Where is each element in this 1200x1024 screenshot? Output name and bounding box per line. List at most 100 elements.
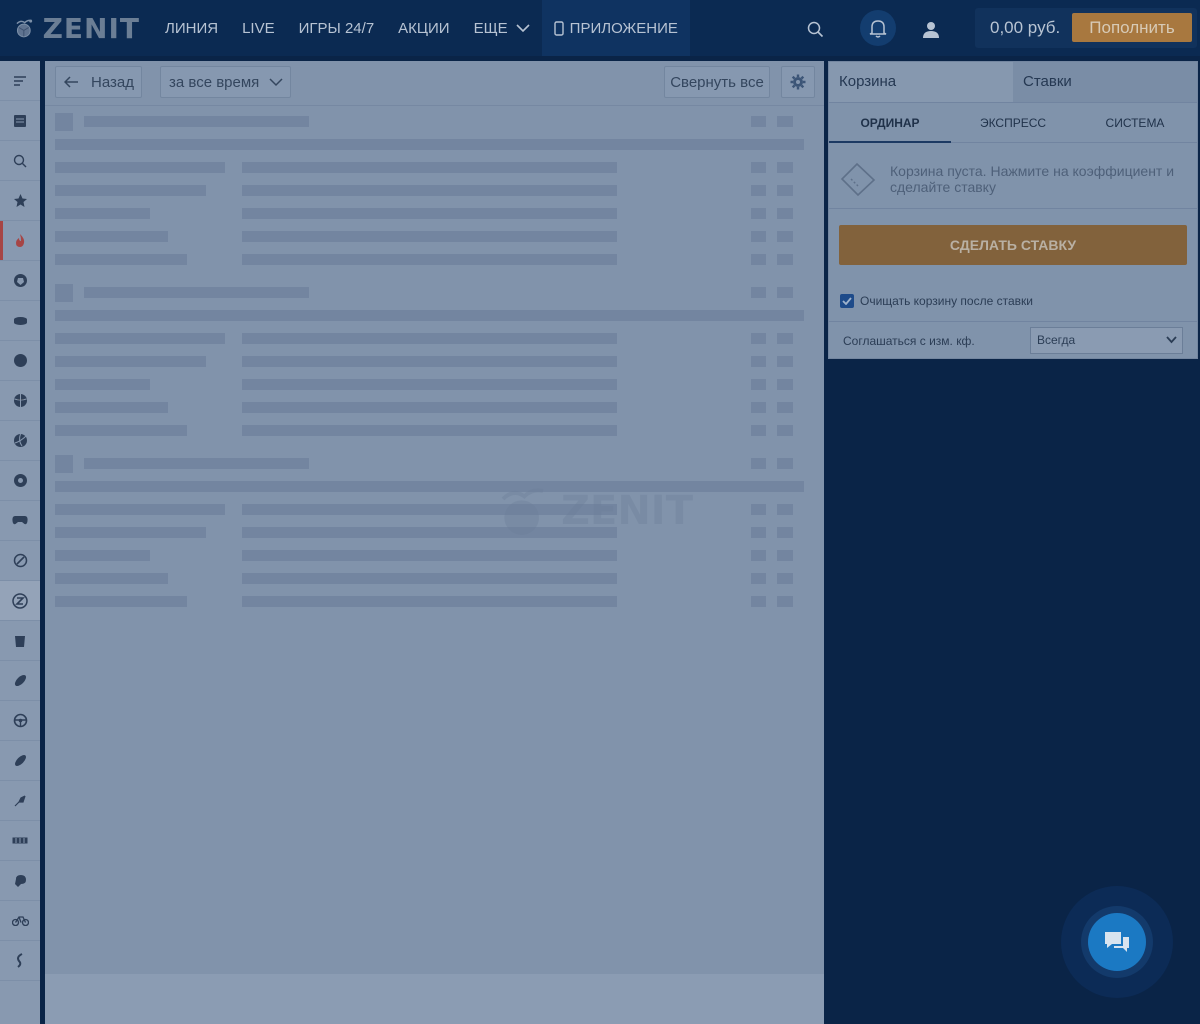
skeleton-cell [751,379,766,390]
nav-line[interactable]: ЛИНИЯ [153,0,230,56]
notifications-button[interactable] [860,10,896,46]
bell-icon [869,19,887,38]
sidebar-item-soccer[interactable] [0,261,40,301]
skeleton-checkbox [55,284,73,302]
skeleton-cell [751,504,766,515]
sidebar-item-hot[interactable] [0,221,40,261]
sidebar-item-other[interactable] [0,941,40,981]
tab-bets[interactable]: Ставки [1013,62,1197,102]
skeleton-cell [777,162,793,173]
collapse-all-button[interactable]: Свернуть все [664,66,770,98]
tab-single[interactable]: ОРДИНАР [829,103,951,143]
nav-live[interactable]: LIVE [230,0,287,56]
sidebar-item-american-football[interactable] [0,741,40,781]
basketball-icon [13,354,27,367]
settings-button[interactable] [781,66,815,98]
skeleton-cell [777,208,793,219]
nav-more[interactable]: ЕЩЕ [462,0,542,56]
nav-label: ПРИЛОЖЕНИЕ [569,19,678,37]
skeleton-cell [777,356,793,367]
sidebar-item-cycling[interactable] [0,901,40,941]
baseball-icon [13,553,27,568]
sidebar-item-basketball[interactable] [0,341,40,381]
skeleton-checkbox [55,455,73,473]
sidebar-item-volleyball[interactable] [0,421,40,461]
make-bet-button[interactable]: СДЕЛАТЬ СТАВКУ [839,225,1187,265]
nav-label: LIVE [242,19,275,37]
menu-lines-icon [14,75,26,86]
skeleton-cell [777,116,793,127]
sidebar-item-tennis[interactable] [0,381,40,421]
nav-promos[interactable]: АКЦИИ [386,0,461,56]
topup-button[interactable]: Пополнить [1072,13,1192,42]
sidebar-item-zenit[interactable] [0,581,40,621]
main-nav: ЛИНИЯ LIVE ИГРЫ 24/7 АКЦИИ ЕЩЕ ПРИЛОЖЕНИ… [153,0,690,56]
sidebar-item-lottery[interactable] [0,821,40,861]
accept-odds-value: Всегда [1037,333,1076,347]
handball-icon [13,474,27,487]
sidebar-item-hockey[interactable] [0,301,40,341]
skeleton-row-name [55,550,150,561]
skeleton-cell [751,185,766,196]
hockey-puck-icon [13,316,27,325]
nav-label: АКЦИИ [398,19,450,37]
nav-games[interactable]: ИГРЫ 24/7 [287,0,387,56]
rugby-ball-icon [14,674,26,687]
skeleton-cell [777,231,793,242]
phone-icon [553,20,564,36]
tab-express[interactable]: ЭКСПРЕСС [952,103,1074,143]
skeleton-row-line [242,402,617,413]
skeleton-row-line [242,333,617,344]
chevron-down-icon [269,77,283,86]
sidebar-item-baseball[interactable] [0,541,40,581]
clear-after-bet-checkbox[interactable] [840,294,854,308]
calendar-icon [14,115,26,127]
logo-text: ZENIT [42,11,140,45]
sidebar-item-bucket[interactable] [0,621,40,661]
sidebar-item-badminton[interactable] [0,781,40,821]
tab-cart[interactable]: Корзина [829,62,1013,102]
skeleton-cell [777,573,793,584]
bicycle-icon [11,916,29,926]
accept-odds-select[interactable]: Всегда [1030,327,1183,354]
skeleton-cell [777,527,793,538]
loading-watermark: ZENIT [495,481,693,541]
user-icon [923,21,939,38]
skeleton-row-name [55,527,206,538]
bet-type-tabs: ОРДИНАР ЭКСПРЕСС СИСТЕМА [829,102,1197,143]
skeleton-row-line [242,425,617,436]
profile-button[interactable] [915,13,947,45]
sidebar-item-boxing[interactable] [0,861,40,901]
sidebar-item-motorsport[interactable] [0,701,40,741]
sidebar-item-search[interactable] [0,141,40,181]
top-bar: ZENIT ЛИНИЯ LIVE ИГРЫ 24/7 АКЦИИ ЕЩЕ ПРИ… [0,0,1200,56]
skeleton-row-name [55,402,168,413]
skeleton-bar [55,310,804,321]
balance-box: 0,00 руб. Пополнить [975,8,1197,48]
skeleton-row-line [242,356,617,367]
clear-after-bet-row[interactable]: Очищать корзину после ставки [840,293,1033,309]
skeleton-cell [751,425,766,436]
skeleton-cell [751,356,766,367]
sidebar-item-favorites[interactable] [0,181,40,221]
support-chat-button[interactable] [1088,913,1146,971]
search-button[interactable] [800,14,830,44]
steering-wheel-icon [13,713,27,728]
sidebar-item-menu[interactable] [0,61,40,101]
volleyball-icon [13,433,27,447]
period-select[interactable]: за все время [160,66,291,98]
sidebar-item-handball[interactable] [0,461,40,501]
skeleton-row-name [55,356,206,367]
logo[interactable]: ZENIT [14,6,140,50]
sidebar-item-esports[interactable] [0,501,40,541]
nav-app[interactable]: ПРИЛОЖЕНИЕ [541,0,690,56]
sidebar-item-calendar[interactable] [0,101,40,141]
back-button[interactable]: Назад [55,66,142,98]
period-value: за все время [169,73,260,91]
skeleton-cell [751,596,766,607]
sidebar-item-rugby[interactable] [0,661,40,701]
tab-system[interactable]: СИСТЕМА [1074,103,1196,143]
watermark-text: ZENIT [561,488,693,534]
skeleton-cell [751,402,766,413]
skeleton-cell [777,550,793,561]
